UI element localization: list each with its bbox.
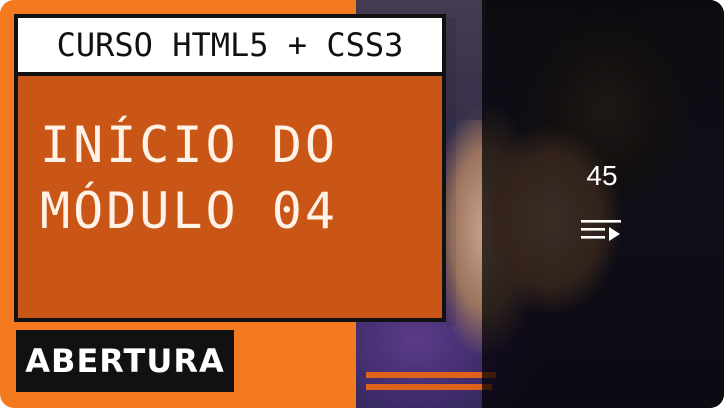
- decor-stripe: [366, 384, 492, 390]
- tag-badge: ABERTURA: [16, 330, 234, 392]
- tag-label: ABERTURA: [25, 342, 225, 380]
- playlist-thumbnail[interactable]: CURSO HTML5 + CSS3 INÍCIO DO MÓDULO 04 A…: [0, 0, 724, 408]
- decor-stripe: [366, 372, 496, 378]
- video-count: 45: [586, 160, 618, 191]
- thumbnail-title: INÍCIO DO MÓDULO 04: [40, 112, 440, 244]
- course-label-bar: CURSO HTML5 + CSS3: [14, 14, 446, 76]
- title-line-1: INÍCIO DO: [40, 116, 338, 174]
- course-label: CURSO HTML5 + CSS3: [56, 26, 404, 64]
- panel-shadow: [446, 18, 456, 326]
- title-line-2: MÓDULO 04: [40, 182, 338, 240]
- playlist-play-icon: [581, 220, 621, 241]
- playlist-overlay[interactable]: [482, 0, 724, 408]
